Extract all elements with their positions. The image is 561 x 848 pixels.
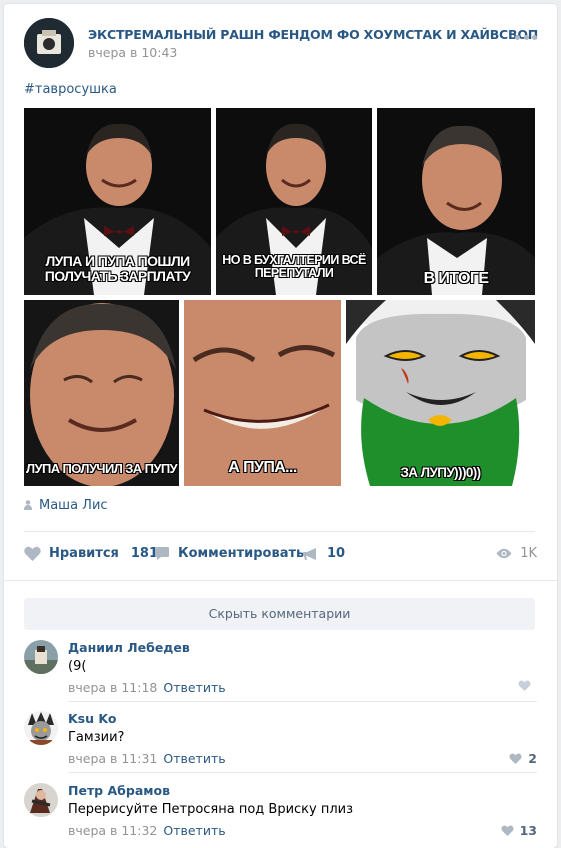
post-photo-2[interactable]: Но в бухгалтерии всё перепутали <box>216 108 372 295</box>
comment-time[interactable]: вчера в 11:18 <box>68 680 157 695</box>
reply-button[interactable]: Ответить <box>163 751 225 766</box>
hide-comments-button[interactable]: Скрыть комментарии <box>24 598 535 630</box>
comment-like-button[interactable]: 2 <box>509 751 537 766</box>
comment-text: (9( <box>68 659 87 674</box>
comment-text: Перерисуйте Петросяна под Вриску плиз <box>68 802 354 817</box>
post-card: ЭКСТРЕМАЛЬНЫЙ РАШН ФЕНДОМ ФО ХОУМСТАК И … <box>4 4 557 848</box>
group-name[interactable]: ЭКСТРЕМАЛЬНЫЙ РАШН ФЕНДОМ ФО ХОУМСТАК И … <box>88 27 538 42</box>
commenter-avatar[interactable] <box>24 640 58 674</box>
photo-4-caption-line-1: Лупа получил за Пупу <box>25 461 178 476</box>
post-photo-5[interactable]: А Пупа... <box>184 300 341 486</box>
comment-like-count: 13 <box>519 823 537 838</box>
views-count: 1K <box>520 546 537 561</box>
commenter-avatar[interactable] <box>24 783 58 817</box>
commenter-name[interactable]: Ksu Ko <box>68 711 116 726</box>
like-button[interactable]: Нравится 181 <box>24 546 158 561</box>
photo-2-caption-line-2: перепутали <box>254 266 334 281</box>
like-label: Нравится <box>49 546 119 561</box>
heart-icon <box>509 753 522 764</box>
comment-item: Даниил Лебедев (9( вчера в 11:18 Ответить <box>24 640 537 700</box>
comment-label: Комментировать <box>178 546 305 561</box>
divider <box>24 531 535 532</box>
commenter-name[interactable]: Даниил Лебедев <box>68 640 190 655</box>
comment-item: Ksu Ko Гамзии? вчера в 11:31 Ответить 2 <box>24 711 537 771</box>
heart-icon <box>518 680 531 691</box>
divider <box>68 772 537 773</box>
comment-text: Гамзии? <box>68 730 125 745</box>
comment-like-button[interactable] <box>518 680 537 691</box>
post-author[interactable]: Маша Лис <box>24 498 108 513</box>
post-time[interactable]: вчера в 10:43 <box>88 45 177 60</box>
heart-icon <box>24 546 41 561</box>
share-count: 10 <box>327 546 346 561</box>
comment-meta: вчера в 11:31 Ответить <box>68 751 226 766</box>
post-photo-3[interactable]: В итоге <box>377 108 535 295</box>
comment-like-count: 2 <box>528 751 537 766</box>
photo-1-caption-line-2: получать зарплату <box>44 267 191 284</box>
comment-button[interactable]: Комментировать <box>154 546 304 561</box>
post-photo-4[interactable]: Лупа получил за Пупу <box>24 300 179 486</box>
megaphone-icon <box>303 547 316 560</box>
comment-like-button[interactable]: 13 <box>501 823 537 838</box>
photo-1-caption-line-1: Лупа и Пупа пошли <box>45 253 190 269</box>
more-options-icon[interactable] <box>515 32 537 42</box>
comment-meta: вчера в 11:32 Ответить <box>68 823 226 838</box>
commenter-name[interactable]: Петр Абрамов <box>68 783 170 798</box>
comment-item: Петр Абрамов Перерисуйте Петросяна под В… <box>24 783 537 843</box>
group-avatar[interactable] <box>24 18 74 68</box>
eye-icon <box>496 548 512 559</box>
reply-button[interactable]: Ответить <box>163 823 225 838</box>
divider <box>68 701 537 702</box>
post-photo-1[interactable]: Лупа и Пупа пошли получать зарплату <box>24 108 211 295</box>
heart-icon <box>501 825 514 836</box>
photo-5-caption-line-1: А Пупа... <box>228 459 297 476</box>
hashtag-link[interactable]: #тавросушка <box>24 82 117 97</box>
post-header: ЭКСТРЕМАЛЬНЫЙ РАШН ФЕНДОМ ФО ХОУМСТАК И … <box>24 18 538 68</box>
views-counter: 1K <box>496 546 537 561</box>
post-author-name: Маша Лис <box>39 498 108 513</box>
photo-6-caption-line-1: за Лупу)))0)) <box>400 465 481 480</box>
commenter-avatar[interactable] <box>24 711 58 745</box>
reply-button[interactable]: Ответить <box>163 680 225 695</box>
post-actions-bar: Нравится 181 Комментировать 10 1K <box>24 546 537 566</box>
photo-3-caption-line-1: В итоге <box>423 270 489 287</box>
comment-time[interactable]: вчера в 11:32 <box>68 823 157 838</box>
comment-icon <box>155 547 169 560</box>
comment-time[interactable]: вчера в 11:31 <box>68 751 157 766</box>
person-icon <box>24 500 32 510</box>
share-button[interactable]: 10 <box>302 546 345 561</box>
divider <box>4 580 557 581</box>
post-photo-6[interactable]: за Лупу)))0)) <box>346 300 535 486</box>
comment-meta: вчера в 11:18 Ответить <box>68 680 226 695</box>
